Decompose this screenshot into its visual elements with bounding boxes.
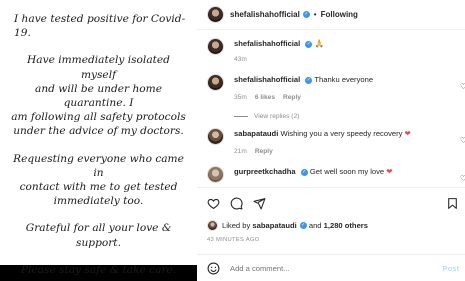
- emoji-icon[interactable]: [207, 262, 220, 275]
- statement-note: I have tested positive for Covid-19. Hav…: [0, 0, 197, 276]
- comment-icon[interactable]: [230, 197, 243, 210]
- comment-text: Wishing you a very speedy recovery: [280, 129, 403, 138]
- comment-username[interactable]: gurpreetkchadha: [234, 167, 296, 176]
- like-comment-heart-icon[interactable]: ♡: [460, 136, 465, 145]
- verified-badge-icon: ✓: [302, 11, 310, 18]
- reply-button[interactable]: Reply: [255, 148, 273, 155]
- liked-by-label: Liked by: [222, 221, 251, 230]
- statement-line-2: Have immediately isolated myself and wil…: [11, 54, 186, 138]
- heart-icon[interactable]: [207, 197, 220, 210]
- caption-time: 43m: [234, 56, 247, 63]
- comment-username[interactable]: sabapataudi: [234, 129, 278, 138]
- view-replies-link[interactable]: View replies (2): [234, 113, 299, 120]
- post-button[interactable]: Post: [443, 264, 459, 273]
- statement-line-1: I have tested positive for Covid-19.: [14, 13, 186, 40]
- comment-avatar[interactable]: [207, 74, 224, 91]
- comment-text: Get well soon my love: [309, 167, 385, 176]
- caption-username[interactable]: shefalishahofficial: [234, 39, 300, 48]
- comment-time: 35m: [234, 94, 247, 101]
- divider: [234, 115, 248, 117]
- like-comment-heart-icon[interactable]: ♡: [460, 174, 465, 183]
- view-replies-label: View replies (2): [254, 113, 300, 120]
- comment-username[interactable]: shefalishahofficial: [234, 75, 300, 84]
- following-button[interactable]: Following: [321, 10, 358, 19]
- comment-avatar[interactable]: [207, 166, 224, 183]
- liker-avatar[interactable]: [207, 220, 218, 231]
- header-username[interactable]: shefalishahofficial: [230, 10, 300, 19]
- likes-summary: Liked by sabapataudi ✓ and 1,280 others: [207, 220, 368, 231]
- likes-others-link[interactable]: 1,280 others: [324, 221, 368, 230]
- verified-badge-icon: ✓: [300, 168, 308, 176]
- statement-line-5: Please stay safe & take care.: [20, 263, 177, 276]
- post-header: shefalishahofficial ✓ • Following: [197, 0, 465, 30]
- post-side-panel: shefalishahofficial ✓ • Following shefal…: [197, 0, 465, 281]
- comment-avatar[interactable]: [207, 128, 224, 145]
- comment-likes[interactable]: 6 likes: [255, 94, 275, 101]
- statement-line-3: Requesting everyone who came in contact …: [13, 152, 184, 208]
- caption-text: 🙏: [314, 39, 324, 48]
- post-image: I have tested positive for Covid-19. Hav…: [0, 0, 197, 281]
- share-icon[interactable]: [253, 197, 266, 210]
- comment-input[interactable]: [230, 263, 430, 273]
- statement-line-4: Grateful for all your love & support.: [25, 222, 172, 249]
- post-timestamp: 43 MINUTES AGO: [207, 237, 260, 243]
- like-comment-heart-icon[interactable]: ♡: [460, 82, 465, 91]
- verified-badge-icon: ✓: [305, 76, 313, 84]
- bookmark-icon[interactable]: [446, 197, 459, 210]
- likes-and: and: [308, 221, 322, 230]
- separator-dot: •: [313, 10, 317, 19]
- post-actions: Liked by sabapataudi ✓ and 1,280 others …: [197, 187, 465, 247]
- caption-avatar[interactable]: [207, 38, 224, 55]
- avatar[interactable]: [207, 6, 224, 23]
- comment-time: 21m: [234, 148, 247, 155]
- comment-text: Thanku everyone: [314, 75, 374, 84]
- heart-emoji-icon: ❤: [404, 129, 411, 138]
- verified-badge-icon: ✓: [305, 40, 313, 48]
- reply-button[interactable]: Reply: [283, 94, 301, 101]
- liker-username[interactable]: sabapataudi: [252, 221, 296, 230]
- heart-emoji-icon: ❤: [386, 167, 393, 176]
- verified-badge-icon: ✓: [299, 222, 307, 229]
- add-comment-bar: Post: [197, 254, 465, 281]
